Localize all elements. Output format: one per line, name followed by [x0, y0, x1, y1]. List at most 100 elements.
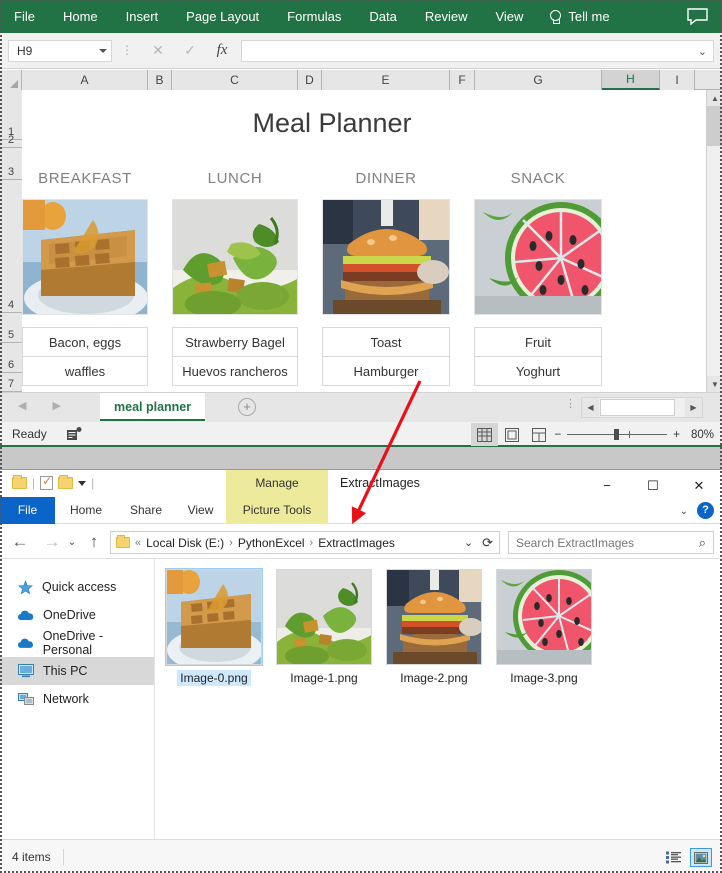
meal-cell-lunch-1[interactable]: Strawberry Bagel — [172, 327, 298, 357]
explorer-tab-file[interactable]: File — [0, 497, 55, 524]
column-header-e[interactable]: E — [322, 70, 450, 90]
row-header-5[interactable]: 5 — [0, 313, 22, 343]
sidebar-item-network[interactable]: Network — [0, 685, 154, 713]
meal-cell-breakfast-1[interactable]: Bacon, eggs — [22, 327, 148, 357]
row-header-3[interactable]: 3 — [0, 148, 22, 180]
search-icon[interactable]: ⌕ — [699, 535, 706, 551]
back-icon[interactable]: ← — [10, 533, 30, 551]
column-header-b[interactable]: B — [148, 70, 172, 90]
meal-cell-snack-1[interactable]: Fruit — [474, 327, 602, 357]
add-sheet-button[interactable]: + — [238, 398, 256, 416]
list-item[interactable]: Image-3.png — [491, 569, 597, 687]
breadcrumb-item-1[interactable]: PythonExcel — [238, 536, 305, 550]
breadcrumb-sep-1[interactable]: › — [310, 537, 314, 549]
list-item[interactable]: Image-1.png — [271, 569, 377, 687]
tell-me-box[interactable]: Tell me — [549, 9, 610, 24]
row-header-6[interactable]: 6 — [0, 343, 22, 373]
collapse-ribbon-icon[interactable]: ⌄ — [680, 506, 688, 517]
excel-vertical-scrollbar[interactable]: ▲ ▼ — [706, 90, 722, 392]
manage-contextual-tab[interactable]: Manage — [226, 470, 328, 497]
excel-tab-page-layout[interactable]: Page Layout — [172, 0, 273, 33]
files-pane[interactable]: Image-0.png Image-1.png Image-2.png Imag… — [155, 559, 722, 840]
sidebar-item-onedrive[interactable]: OneDrive — [0, 601, 154, 629]
breadcrumb[interactable]: « Local Disk (E:) › PythonExcel › Extrac… — [110, 531, 500, 554]
hscroll-left-icon[interactable]: ◀ — [582, 398, 599, 417]
help-icon[interactable]: ? — [697, 502, 714, 519]
breadcrumb-item-2[interactable]: ExtractImages — [318, 536, 395, 550]
details-view-icon[interactable] — [662, 848, 684, 867]
vertical-scrollbar-thumb[interactable] — [707, 106, 722, 146]
excel-tab-insert[interactable]: Insert — [112, 0, 173, 33]
recent-locations-chevron-icon[interactable]: ⌄ — [62, 533, 82, 551]
zoom-slider-handle[interactable] — [614, 429, 620, 440]
zoom-slider-track[interactable] — [567, 429, 668, 440]
column-header-c[interactable]: C — [172, 70, 298, 90]
select-all-corner[interactable] — [0, 70, 22, 90]
sheet-tab-meal-planner[interactable]: meal planner — [100, 393, 206, 421]
page-break-view-icon[interactable] — [525, 423, 552, 446]
excel-tab-file[interactable]: File — [0, 0, 49, 33]
breadcrumb-overflow[interactable]: « — [135, 537, 141, 549]
properties-icon[interactable] — [40, 474, 54, 490]
refresh-icon[interactable]: ⟳ — [482, 535, 493, 551]
explorer-tab-share[interactable]: Share — [117, 497, 175, 524]
breadcrumb-chevron-down-icon[interactable]: ⌄ — [464, 536, 473, 549]
meal-cell-snack-2[interactable]: Yoghurt — [474, 356, 602, 386]
column-header-d[interactable]: D — [298, 70, 322, 90]
excel-horizontal-scrollbar[interactable]: ◀ ▶ — [581, 397, 703, 418]
up-icon[interactable]: ↑ — [84, 533, 104, 551]
qat-chevron-down-icon[interactable] — [78, 480, 87, 486]
large-icons-view-icon[interactable] — [690, 848, 712, 867]
insert-function-icon[interactable]: fx — [206, 42, 238, 59]
sidebar-item-quick-access[interactable]: Quick access — [0, 573, 154, 601]
column-header-a[interactable]: A — [22, 70, 148, 90]
comment-icon[interactable] — [687, 8, 708, 25]
column-header-h[interactable]: H — [602, 70, 660, 90]
meal-cell-dinner-2[interactable]: Hamburger — [322, 356, 450, 386]
sheet-next-icon[interactable]: ▶ — [52, 399, 60, 412]
cancel-formula-icon[interactable]: ✕ — [142, 42, 174, 59]
sidebar-item-this-pc[interactable]: This PC — [0, 657, 154, 685]
worksheet-area[interactable]: Meal Planner BREAKFAST Bacon, eggs waffl… — [22, 90, 695, 392]
formula-input[interactable]: ⌄ — [241, 39, 714, 62]
meal-cell-breakfast-2[interactable]: waffles — [22, 356, 148, 386]
excel-tab-formulas[interactable]: Formulas — [273, 0, 355, 33]
excel-tab-home[interactable]: Home — [49, 0, 112, 33]
list-item[interactable]: Image-2.png — [381, 569, 487, 687]
row-header-1[interactable]: 1 — [0, 90, 22, 140]
meal-cell-dinner-1[interactable]: Toast — [322, 327, 450, 357]
new-folder-icon[interactable] — [58, 475, 74, 489]
column-header-f[interactable]: F — [450, 70, 475, 90]
page-layout-view-icon[interactable] — [498, 423, 525, 446]
sidebar-item-onedrive-personal[interactable]: OneDrive - Personal — [0, 629, 154, 657]
explorer-tab-picture-tools[interactable]: Picture Tools — [226, 497, 328, 524]
scroll-up-icon[interactable]: ▲ — [707, 90, 722, 106]
excel-tab-data[interactable]: Data — [355, 0, 410, 33]
accessibility-check-icon[interactable] — [66, 427, 82, 440]
excel-tab-view[interactable]: View — [481, 0, 537, 33]
breadcrumb-sep-0[interactable]: › — [229, 537, 233, 549]
zoom-out-button[interactable]: − — [555, 429, 562, 441]
zoom-level-label[interactable]: 80% — [691, 429, 714, 441]
explorer-tab-view[interactable]: View — [175, 497, 226, 524]
horizontal-scrollbar-thumb[interactable] — [600, 399, 675, 416]
row-header-7[interactable]: 7 — [0, 373, 22, 392]
row-header-4[interactable]: 4 — [0, 180, 22, 313]
list-item[interactable]: Image-0.png — [161, 568, 267, 687]
formula-bar-handle[interactable]: ⋮ — [121, 44, 133, 56]
name-box[interactable]: H9 — [8, 39, 112, 62]
column-header-g[interactable]: G — [475, 70, 602, 90]
search-input[interactable]: Search ExtractImages ⌕ — [508, 531, 714, 554]
forward-icon[interactable]: → — [42, 533, 62, 551]
meal-cell-lunch-2[interactable]: Huevos rancheros — [172, 356, 298, 386]
excel-tab-review[interactable]: Review — [411, 0, 482, 33]
expand-formula-bar-icon[interactable]: ⌄ — [698, 45, 707, 58]
accept-formula-icon[interactable]: ✓ — [174, 42, 206, 59]
tabbar-splitter[interactable]: ⋮ — [565, 399, 576, 410]
zoom-in-button[interactable]: + — [673, 429, 680, 441]
scroll-down-icon[interactable]: ▼ — [707, 376, 722, 392]
column-header-i[interactable]: I — [660, 70, 695, 90]
zoom-slider-group[interactable]: − + 80% — [555, 422, 714, 447]
chevron-down-icon[interactable] — [99, 48, 107, 53]
hscroll-right-icon[interactable]: ▶ — [685, 398, 702, 417]
